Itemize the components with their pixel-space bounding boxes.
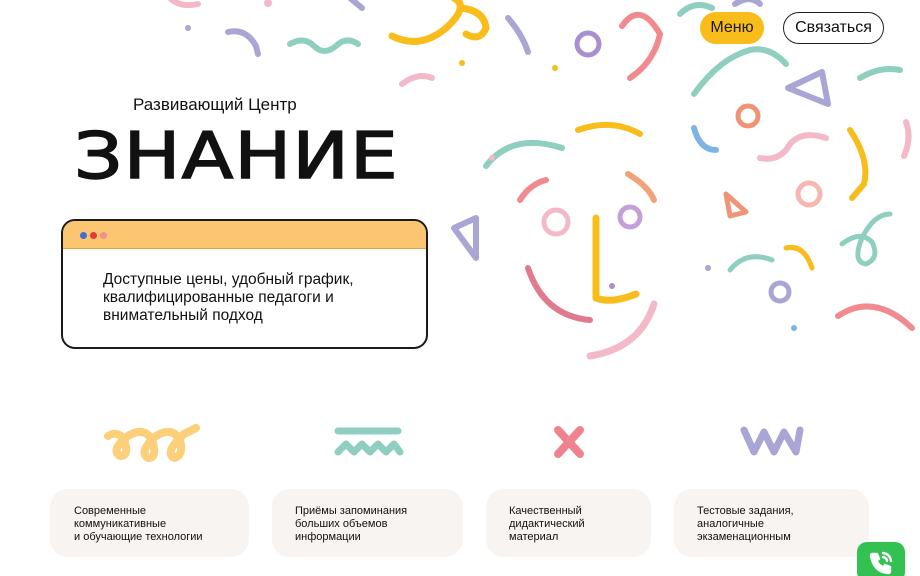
contact-button[interactable]: Связаться [783, 12, 884, 44]
feature-card-tests: Тестовые задания, аналогичные экзаменаци… [674, 489, 869, 557]
feature-card-materials: Качественный дидактический материал [486, 489, 651, 557]
feature-text: Современные [74, 505, 146, 517]
info-card: Доступные цены, удобный график, квалифиц… [61, 219, 428, 349]
feature-text: Тестовые задания, [697, 505, 794, 517]
feature-card-memorization: Приёмы запоминания больших объемов инфор… [272, 489, 463, 557]
info-card-line: внимательный подход [103, 307, 263, 324]
feature-text: аналогичные [697, 518, 764, 530]
feature-text: информации [295, 531, 361, 543]
feature-text: коммуникативные [74, 518, 167, 530]
feature-text: материал [509, 531, 559, 543]
info-card-line: квалифицированные педагоги и [103, 289, 334, 306]
info-card-line: Доступные цены, удобный график, [103, 271, 354, 288]
window-dot-red-icon [90, 232, 97, 239]
feature-text: больших объемов [295, 518, 388, 530]
page-subtitle: Развивающий Центр [133, 95, 297, 114]
pink-cross-icon [554, 426, 584, 458]
window-dot-pink-icon [100, 232, 107, 239]
feature-text: экзаменационным [697, 531, 791, 543]
page-title: ЗНАНИЕ [73, 119, 399, 195]
yellow-loops-icon [104, 424, 200, 462]
purple-w-icon [740, 426, 804, 456]
feature-card-technologies: Современные коммуникативные и обучающие … [50, 489, 249, 557]
menu-button[interactable]: Меню [700, 12, 764, 44]
call-button[interactable] [857, 542, 905, 576]
window-dot-blue-icon [80, 232, 87, 239]
info-card-text: Доступные цены, удобный график, квалифиц… [103, 271, 403, 325]
feature-text: Приёмы запоминания [295, 505, 408, 517]
feature-text: Качественный [509, 505, 582, 517]
card-window-bar [63, 221, 426, 249]
teal-zigzag-icon [334, 427, 404, 456]
feature-text: и обучающие технологии [74, 531, 203, 543]
phone-icon [869, 551, 893, 575]
feature-text: дидактический [509, 518, 585, 530]
